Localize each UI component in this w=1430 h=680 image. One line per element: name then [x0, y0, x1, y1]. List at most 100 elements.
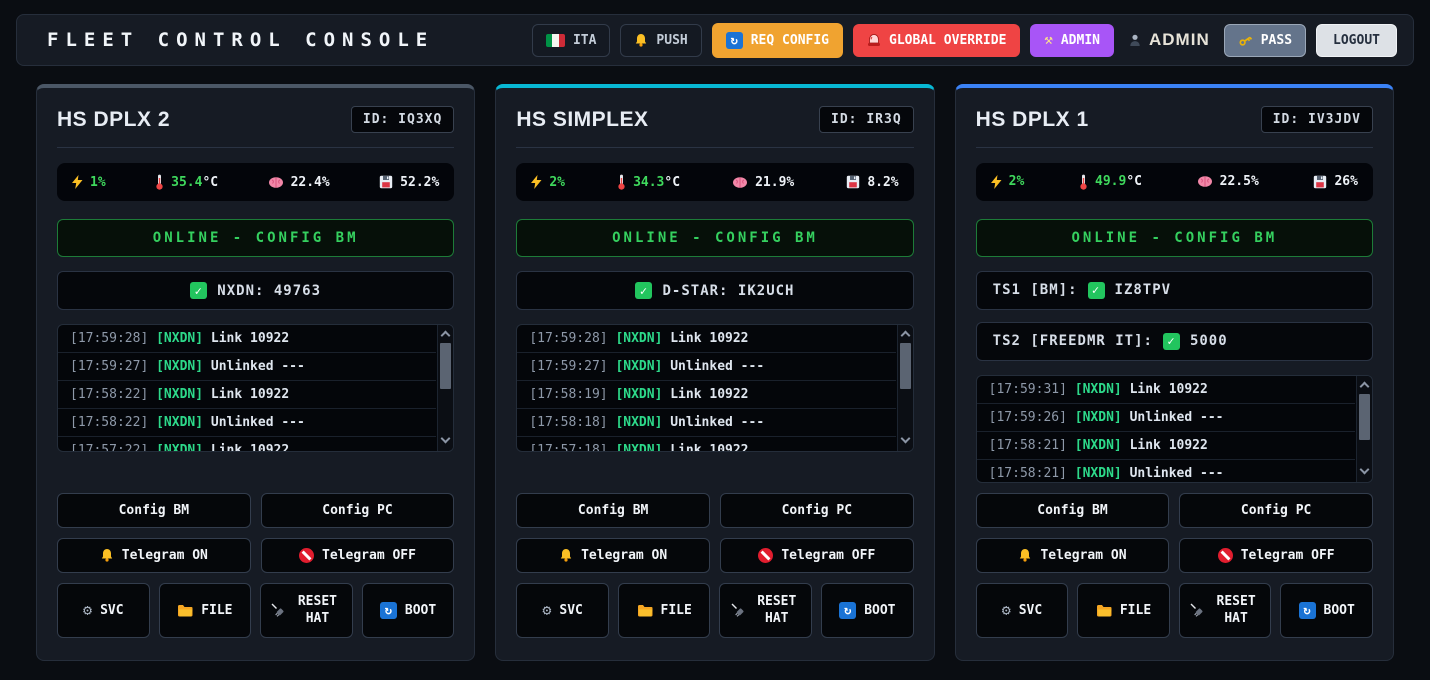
log-message: Unlinked --- [1130, 466, 1224, 481]
telegram-on-button[interactable]: Telegram ON [57, 538, 251, 573]
telegram-off-button[interactable]: Telegram OFF [720, 538, 914, 573]
language-button[interactable]: ITA [532, 24, 610, 57]
log-list: [17:59:28] [NXDN] Link 10922[17:59:27] [… [58, 325, 436, 451]
config-pc-button[interactable]: Config PC [1179, 493, 1373, 528]
file-button[interactable]: FILE [1077, 583, 1170, 638]
bell-icon [559, 548, 573, 562]
no-entry-icon [1218, 548, 1233, 563]
divider [516, 147, 913, 148]
svc-button[interactable]: ⚙ SVC [57, 583, 150, 638]
log-row: [17:58:19] [NXDN] Link 10922 [517, 381, 895, 409]
scrollbar-thumb[interactable] [1359, 394, 1370, 440]
config-bm-button[interactable]: Config BM [516, 493, 710, 528]
disk-stat: 52.2% [379, 175, 439, 190]
log-protocol-tag: [NXDN] [615, 387, 662, 402]
log-timestamp: [17:58:18] [529, 415, 607, 430]
log-message: Link 10922 [211, 331, 289, 346]
req-config-label: REQ CONFIG [751, 33, 829, 48]
scroll-up-icon[interactable] [900, 331, 910, 341]
power-stat: 2% [991, 174, 1025, 189]
svc-button[interactable]: ⚙ SVC [516, 583, 609, 638]
cpu-stat: 22.4% [268, 175, 330, 190]
brain-icon [1197, 175, 1213, 188]
scrollbar-thumb[interactable] [440, 343, 451, 389]
log-row: [17:58:18] [NXDN] Unlinked --- [517, 409, 895, 437]
hotspot-card-hs-dplx-1: HS DPLX 1 ID: IV3JDV 2% 49.9°C 22.5% 26%… [955, 84, 1394, 661]
scroll-down-icon[interactable] [1360, 464, 1370, 474]
reset-hat-button[interactable]: RESET HAT [719, 583, 812, 638]
stats-bar: 2% 34.3°C 21.9% 8.2% [516, 163, 913, 201]
log-protocol-tag: [NXDN] [156, 331, 203, 346]
req-config-button[interactable]: ↻ REQ CONFIG [712, 23, 843, 58]
log-message: Unlinked --- [670, 415, 764, 430]
logout-button[interactable]: LOGOUT [1316, 24, 1397, 57]
scroll-up-icon[interactable] [1360, 381, 1370, 391]
scroll-up-icon[interactable] [441, 331, 451, 341]
scroll-down-icon[interactable] [900, 434, 910, 444]
network-status-row-ts1: TS1 [BM]: ✓ IZ8TPV [976, 271, 1373, 310]
log-timestamp: [17:59:27] [529, 359, 607, 374]
config-bm-button[interactable]: Config BM [57, 493, 251, 528]
user-label: ADMIN [1149, 30, 1210, 50]
network-value: NXDN: 49763 [217, 283, 321, 299]
thermometer-icon [1079, 174, 1088, 190]
log-scrollbar[interactable] [437, 325, 453, 451]
card-actions: Config BM Config PC Telegram ON Telegram… [976, 483, 1373, 638]
reset-hat-button[interactable]: RESET HAT [1179, 583, 1272, 638]
scroll-down-icon[interactable] [441, 434, 451, 444]
card-title: HS DPLX 2 [57, 108, 170, 132]
network-status-row: ✓ D-STAR: IK2UCH [516, 271, 913, 310]
scrollbar-thumb[interactable] [900, 343, 911, 389]
file-button[interactable]: FILE [159, 583, 252, 638]
log-protocol-tag: [NXDN] [1075, 466, 1122, 481]
reset-hat-button[interactable]: RESET HAT [260, 583, 353, 638]
page-title: FLEET CONTROL CONSOLE [47, 29, 434, 51]
logged-user: ADMIN [1124, 30, 1214, 50]
floppy-disk-icon [379, 175, 393, 189]
log-protocol-tag: [NXDN] [615, 415, 662, 430]
log-row: [17:58:22] [NXDN] Unlinked --- [58, 409, 436, 437]
status-banner: ONLINE - CONFIG BM [976, 219, 1373, 257]
folder-icon [637, 604, 653, 617]
log-protocol-tag: [NXDN] [156, 359, 203, 374]
log-panel: [17:59:31] [NXDN] Link 10922[17:59:26] [… [976, 375, 1373, 483]
telegram-off-button[interactable]: Telegram OFF [1179, 538, 1373, 573]
push-button[interactable]: PUSH [620, 24, 701, 57]
status-banner: ONLINE - CONFIG BM [57, 219, 454, 257]
telegram-off-button[interactable]: Telegram OFF [261, 538, 455, 573]
admin-button-label: ADMIN [1061, 33, 1100, 48]
file-button[interactable]: FILE [618, 583, 711, 638]
log-scrollbar[interactable] [897, 325, 913, 451]
config-pc-button[interactable]: Config PC [720, 493, 914, 528]
reboot-icon: ↻ [839, 602, 856, 619]
pass-button[interactable]: PASS [1224, 24, 1306, 57]
global-override-button[interactable]: GLOBAL OVERRIDE [853, 24, 1020, 57]
config-bm-button[interactable]: Config BM [976, 493, 1170, 528]
disk-stat: 26% [1313, 174, 1357, 189]
log-message: Link 10922 [1130, 382, 1208, 397]
svc-button[interactable]: ⚙ SVC [976, 583, 1069, 638]
telegram-on-button[interactable]: Telegram ON [516, 538, 710, 573]
config-pc-button[interactable]: Config PC [261, 493, 455, 528]
device-id-badge: ID: IR3Q [819, 106, 914, 133]
stats-bar: 1% 35.4°C 22.4% 52.2% [57, 163, 454, 201]
boot-button[interactable]: ↻ BOOT [821, 583, 914, 638]
log-timestamp: [17:59:27] [70, 359, 148, 374]
card-header: HS DPLX 2 ID: IQ3XQ [57, 106, 454, 133]
language-label: ITA [573, 33, 596, 48]
boot-button[interactable]: ↻ BOOT [362, 583, 455, 638]
boot-button[interactable]: ↻ BOOT [1280, 583, 1373, 638]
log-row: [17:59:28] [NXDN] Link 10922 [517, 325, 895, 353]
siren-icon [867, 34, 881, 47]
power-stat: 1% [72, 175, 106, 190]
log-scrollbar[interactable] [1356, 376, 1372, 482]
brain-icon [732, 176, 748, 189]
network-status-row: ✓ NXDN: 49763 [57, 271, 454, 310]
no-entry-icon [299, 548, 314, 563]
plug-icon [731, 603, 745, 617]
log-timestamp: [17:58:22] [70, 415, 148, 430]
log-message: Unlinked --- [211, 415, 305, 430]
telegram-on-button[interactable]: Telegram ON [976, 538, 1170, 573]
card-title: HS SIMPLEX [516, 108, 648, 132]
admin-button[interactable]: ⚒ ADMIN [1030, 24, 1114, 57]
